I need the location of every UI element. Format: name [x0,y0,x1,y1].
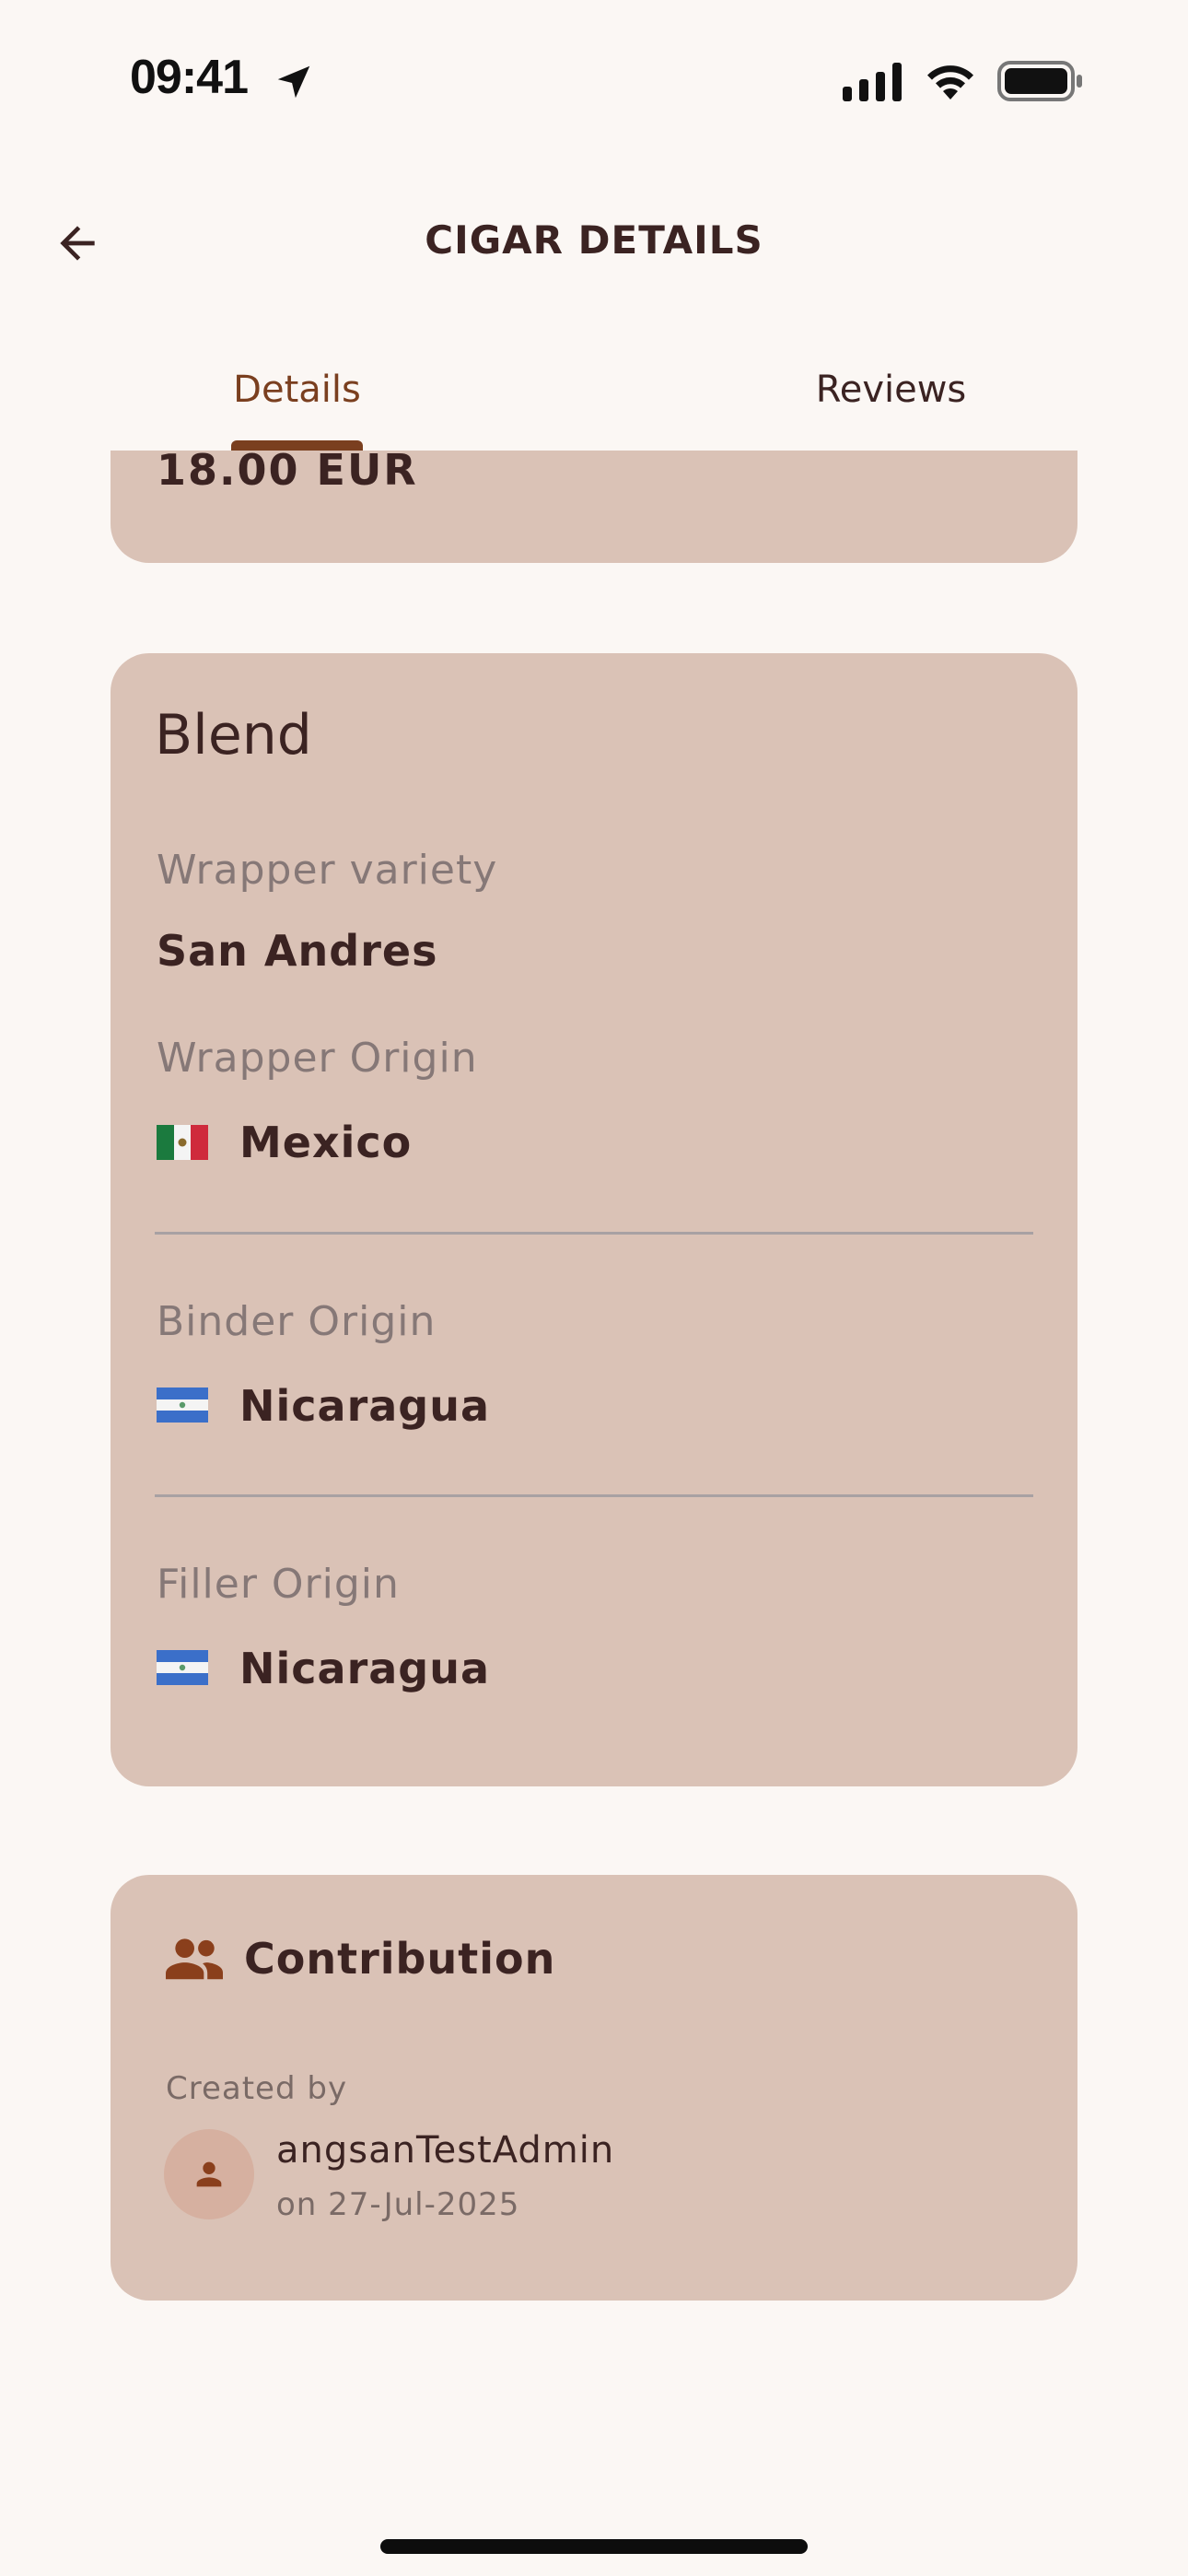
avatar [164,2129,254,2219]
cellular-signal-icon [843,63,902,101]
price-value: 18.00 EUR [157,451,418,495]
mexico-flag-icon [157,1125,208,1160]
created-by-label: Created by [166,2070,348,2107]
details-scroll-area[interactable]: 18.00 EUR Blend Wrapper variety San Andr… [0,451,1188,2576]
blend-card: Blend Wrapper variety San Andres Wrapper… [111,653,1077,1786]
contribution-title: Contribution [244,1934,556,1984]
wrapper-origin-label: Wrapper Origin [157,1035,478,1082]
wrapper-origin-value: Mexico [239,1118,413,1167]
battery-icon [997,61,1082,101]
contribution-card: Contribution Created by angsanTestAdmin … [111,1875,1077,2301]
divider [155,1232,1033,1235]
screen: 09:41 CIGAR DETAILS Details Reviews 18.0… [0,0,1188,2576]
divider [155,1494,1033,1497]
nicaragua-flag-icon [157,1650,208,1685]
tab-reviews[interactable]: Reviews [594,359,1188,451]
nicaragua-flag-icon [157,1388,208,1423]
wrapper-variety-label: Wrapper variety [157,847,498,894]
location-arrow-icon [277,65,310,99]
people-icon [166,1938,223,1980]
wifi-icon [927,65,973,100]
price-card: 18.00 EUR [111,451,1077,563]
wrapper-variety-value: San Andres [157,926,438,976]
page-title: CIGAR DETAILS [425,217,763,263]
binder-origin-value: Nicaragua [239,1381,491,1431]
creator-username: angsanTestAdmin [276,2129,615,2172]
home-indicator[interactable] [380,2539,808,2554]
binder-origin-label: Binder Origin [157,1298,437,1345]
tab-bar: Details Reviews [0,350,1188,451]
status-time: 09:41 [130,51,249,104]
person-icon [196,2161,222,2187]
filler-origin-label: Filler Origin [157,1561,400,1608]
tab-details[interactable]: Details [0,359,594,451]
filler-origin-value: Nicaragua [239,1644,491,1693]
blend-title: Blend [155,703,312,767]
created-date: on 27-Jul-2025 [276,2186,520,2223]
